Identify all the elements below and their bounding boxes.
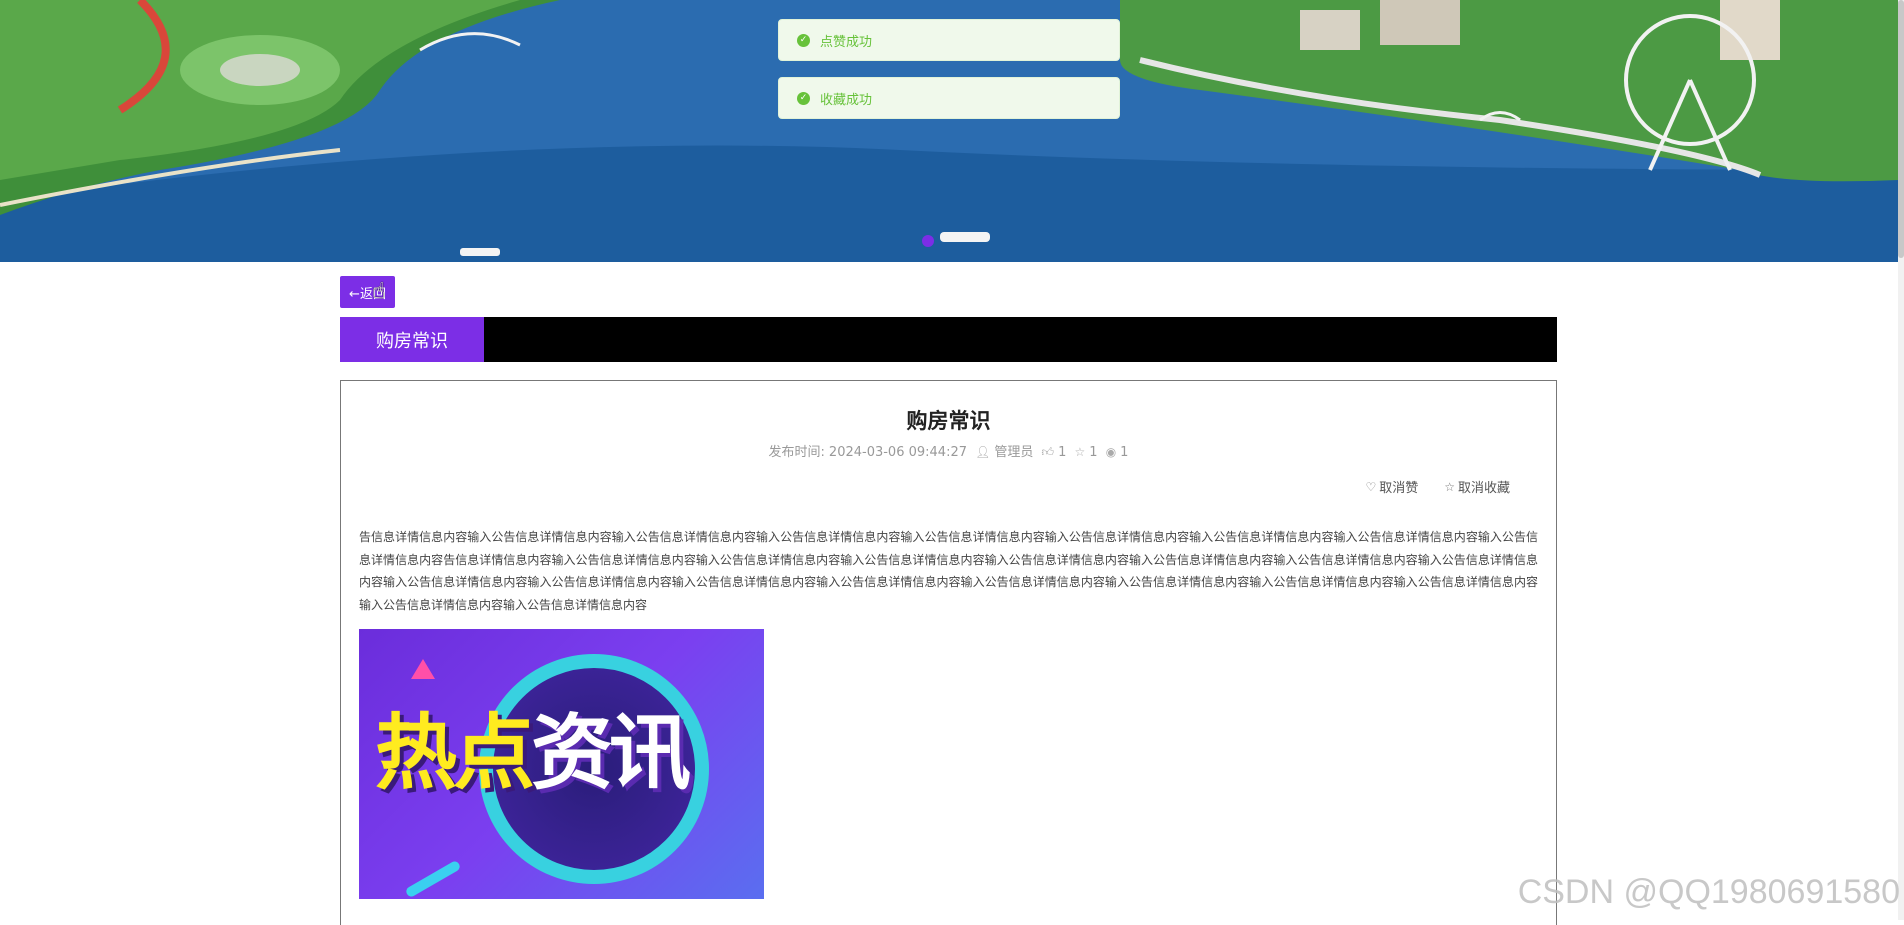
author-name: 管理员 — [994, 445, 1033, 460]
back-button-label: ←返回 — [349, 283, 386, 302]
article-title: 购房常识 — [341, 405, 1556, 435]
unlike-button[interactable]: ♡ 取消赞 — [1365, 477, 1418, 496]
back-button[interactable]: ←返回 — [340, 276, 395, 308]
toast-favorite-success: ✓ 收藏成功 — [778, 77, 1120, 119]
section-tab-label: 购房常识 — [376, 327, 448, 353]
toast-like-success: ✓ 点赞成功 — [778, 19, 1120, 61]
publish-label: 发布时间: — [769, 445, 825, 460]
hot-text-white: 资讯 — [531, 706, 687, 801]
user-icon: 👤︎ — [975, 445, 990, 459]
eye-icon: ◉ — [1106, 445, 1116, 459]
thumbs-up-icon: 👍︎ — [1042, 445, 1055, 459]
hot-news-image-text: 热点资讯 — [375, 699, 687, 809]
heart-icon: ♡ — [1365, 480, 1376, 494]
check-circle-icon: ✓ — [797, 92, 810, 105]
publish-time: 2024-03-06 09:44:27 — [829, 445, 967, 460]
carousel-dot[interactable] — [922, 235, 934, 247]
star-icon: ☆ — [1444, 480, 1455, 494]
toast-text: 收藏成功 — [820, 89, 872, 108]
unfavorite-button[interactable]: ☆ 取消收藏 — [1444, 477, 1510, 496]
unfavorite-label: 取消收藏 — [1458, 477, 1510, 496]
article-meta: 发布时间:2024-03-06 09:44:27 👤︎管理员 👍︎1 ☆1 ◉1 — [341, 441, 1556, 460]
image-stripe-decoration — [405, 860, 462, 899]
watermark: CSDN @QQ1980691580 — [1518, 873, 1900, 912]
scrollbar-thumb[interactable] — [1898, 0, 1904, 258]
article-actions: ♡ 取消赞 ☆ 取消收藏 — [1365, 477, 1510, 496]
section-tab[interactable]: 购房常识 — [340, 317, 484, 362]
view-count: 1 — [1120, 445, 1128, 460]
hot-text-yellow: 热点 — [375, 706, 531, 801]
image-triangle-decoration — [411, 659, 435, 679]
article-container: 购房常识 发布时间:2024-03-06 09:44:27 👤︎管理员 👍︎1 … — [340, 380, 1557, 925]
toast-text: 点赞成功 — [820, 31, 872, 50]
favorite-count: 1 — [1089, 445, 1097, 460]
unlike-label: 取消赞 — [1379, 477, 1418, 496]
scrollbar-track[interactable] — [1898, 0, 1904, 920]
like-count: 1 — [1058, 445, 1066, 460]
star-icon: ☆ — [1075, 445, 1086, 459]
hot-news-image: 热点资讯 — [359, 629, 764, 899]
section-title-bar: 购房常识 — [340, 317, 1557, 362]
article-body: 告信息详情信息内容输入公告信息详情信息内容输入公告信息详情信息内容输入公告信息详… — [359, 526, 1538, 616]
check-circle-icon: ✓ — [797, 34, 810, 47]
